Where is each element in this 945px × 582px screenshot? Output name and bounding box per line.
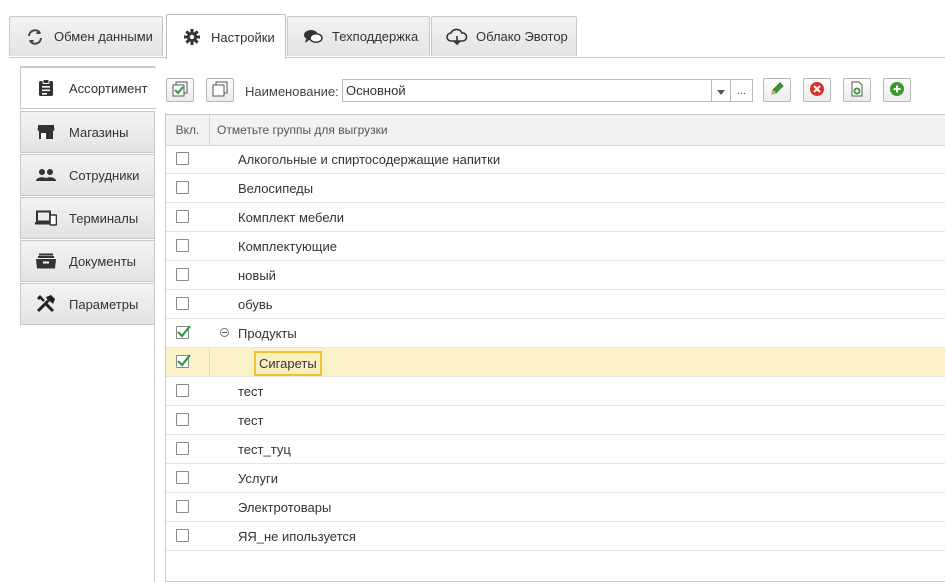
archive-icon — [35, 252, 57, 270]
row-checkbox[interactable] — [176, 442, 189, 455]
row-label: Электротовары — [238, 500, 332, 515]
add-button[interactable] — [883, 78, 911, 102]
row-checkbox[interactable] — [176, 152, 189, 165]
header-enabled[interactable]: Вкл. — [166, 115, 210, 145]
row-checkbox[interactable] — [176, 384, 189, 397]
tab-label: Обмен данными — [54, 29, 153, 44]
row-label: тест_туц — [238, 442, 291, 457]
table-row[interactable]: Электротовары — [166, 493, 945, 522]
check-all-icon — [172, 81, 188, 100]
row-label: Комплект мебели — [238, 210, 344, 225]
table-row[interactable]: Услуги — [166, 464, 945, 493]
row-label: Продукты — [238, 326, 297, 341]
top-tab-divider — [9, 57, 945, 58]
clipboard-icon — [35, 79, 57, 97]
side-tab-label: Ассортимент — [69, 80, 148, 96]
row-checkbox-checked[interactable] — [176, 325, 191, 339]
row-checkbox[interactable] — [176, 181, 189, 194]
row-checkbox[interactable] — [176, 500, 189, 513]
cloud-icon — [446, 28, 468, 46]
side-tab-assortment[interactable]: Ассортимент — [20, 67, 156, 109]
add-icon — [889, 81, 905, 100]
table-row-selected[interactable]: Сигареты — [166, 348, 945, 377]
header-groups[interactable]: Отметьте группы для выгрузки — [217, 115, 388, 145]
side-tab-documents[interactable]: Документы — [20, 240, 155, 282]
tab-support[interactable]: Техподдержка — [287, 16, 430, 56]
table-row[interactable]: тест_туц — [166, 435, 945, 464]
row-checkbox[interactable] — [176, 268, 189, 281]
people-icon — [35, 166, 57, 184]
table-header: Вкл. Отметьте группы для выгрузки — [166, 115, 945, 146]
uncheck-all-button[interactable] — [206, 78, 234, 102]
chat-icon — [302, 28, 324, 46]
row-label: ЯЯ_не ипользуется — [238, 529, 356, 544]
uncheck-all-icon — [212, 81, 228, 100]
side-tab-terminals[interactable]: Терминалы — [20, 197, 155, 239]
table-row[interactable]: обувь — [166, 290, 945, 319]
tab-settings[interactable]: Настройки — [166, 14, 286, 59]
table-row[interactable]: тест — [166, 406, 945, 435]
side-tab-label: Документы — [69, 253, 137, 269]
check-all-button[interactable] — [166, 78, 194, 102]
delete-button[interactable] — [803, 78, 831, 102]
tab-label: Настройки — [211, 29, 275, 45]
row-checkbox[interactable] — [176, 210, 189, 223]
gear-icon — [181, 28, 203, 46]
table-row[interactable]: тест — [166, 377, 945, 406]
tab-label: Техподдержка — [332, 29, 419, 44]
name-dropdown-button[interactable] — [711, 79, 731, 102]
row-checkbox-checked[interactable] — [176, 354, 191, 368]
chevron-down-icon — [717, 83, 725, 98]
table-row[interactable]: Комплект мебели — [166, 203, 945, 232]
table-row[interactable]: новый — [166, 261, 945, 290]
store-icon — [35, 123, 57, 141]
row-checkbox[interactable] — [176, 413, 189, 426]
edit-button[interactable] — [763, 78, 791, 102]
row-label: Алкогольные и спиртосодержащие напитки — [238, 152, 501, 167]
side-tab-label: Сотрудники — [69, 167, 140, 183]
tab-evotor-cloud[interactable]: Облако Эвотор — [431, 16, 577, 56]
table-row[interactable]: Алкогольные и спиртосодержащие напитки — [166, 145, 945, 174]
side-panel-divider — [154, 111, 155, 582]
side-tab-label: Параметры — [69, 296, 139, 312]
row-checkbox[interactable] — [176, 529, 189, 542]
row-checkbox[interactable] — [176, 239, 189, 252]
tab-label: Облако Эвотор — [476, 29, 568, 44]
side-tab-parameters[interactable]: Параметры — [20, 283, 155, 325]
copy-button[interactable] — [843, 78, 871, 102]
side-tab-stores[interactable]: Магазины — [20, 111, 155, 153]
collapse-icon[interactable] — [220, 328, 229, 337]
table-row[interactable]: Комплектующие — [166, 232, 945, 261]
row-label-focused[interactable]: Сигареты — [254, 351, 322, 376]
tools-icon — [35, 295, 57, 313]
name-select-button[interactable]: ... — [731, 79, 753, 102]
row-checkbox[interactable] — [176, 471, 189, 484]
row-label: тест — [238, 384, 264, 399]
name-label: Наименование: — [245, 84, 339, 99]
sync-icon — [24, 28, 46, 46]
devices-icon — [35, 209, 57, 227]
row-label: новый — [238, 268, 276, 283]
side-tab-label: Терминалы — [69, 210, 139, 226]
side-tab-employees[interactable]: Сотрудники — [20, 154, 155, 196]
name-input[interactable]: Основной — [342, 79, 711, 102]
table-row[interactable]: Велосипеды — [166, 174, 945, 203]
row-label: Велосипеды — [238, 181, 314, 196]
groups-table: Вкл. Отметьте группы для выгрузки Алкого… — [165, 114, 945, 582]
tab-data-exchange[interactable]: Обмен данными — [9, 16, 163, 56]
row-label: Услуги — [238, 471, 278, 486]
row-checkbox[interactable] — [176, 297, 189, 310]
pencil-icon — [769, 81, 785, 100]
table-row[interactable]: ЯЯ_не ипользуется — [166, 522, 945, 551]
table-row[interactable]: Продукты — [166, 319, 945, 348]
row-label: Комплектующие — [238, 239, 337, 254]
row-label: обувь — [238, 297, 273, 312]
side-tab-label: Магазины — [69, 124, 129, 140]
delete-icon — [809, 81, 825, 100]
row-label: тест — [238, 413, 264, 428]
copy-doc-icon — [849, 81, 865, 100]
